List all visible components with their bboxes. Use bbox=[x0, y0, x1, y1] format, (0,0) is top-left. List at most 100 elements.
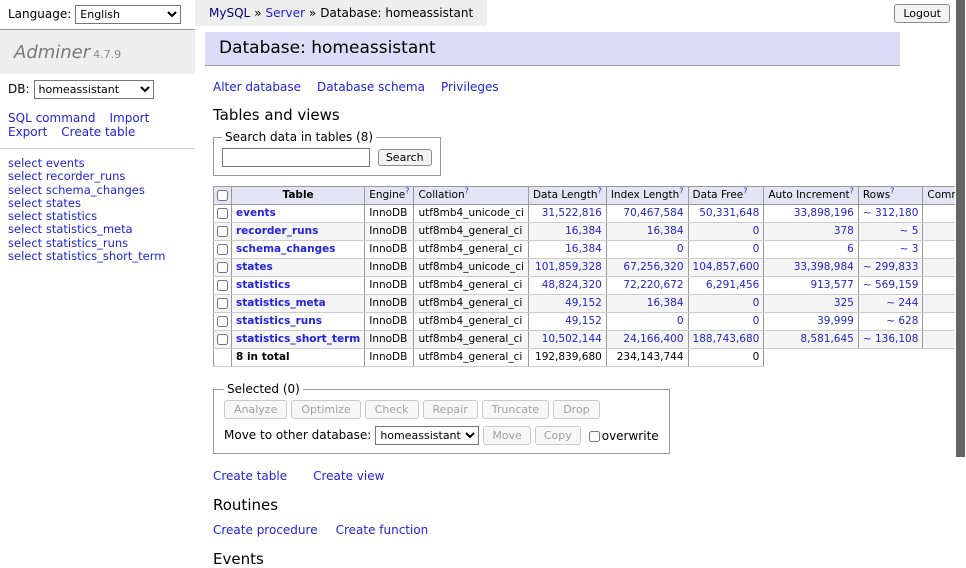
empty-cell bbox=[858, 349, 923, 367]
column-header-engine: Engine? bbox=[365, 187, 414, 205]
row-checkbox[interactable] bbox=[217, 208, 228, 219]
sidebar-link-export[interactable]: Export bbox=[8, 125, 47, 139]
column-help-link[interactable]: ? bbox=[743, 187, 747, 196]
move-db-select[interactable]: homeassistant bbox=[375, 426, 479, 445]
row-checkbox[interactable] bbox=[217, 316, 228, 327]
create-procedure-link[interactable]: Create procedure bbox=[213, 523, 318, 537]
drop-button[interactable]: Drop bbox=[553, 400, 599, 419]
table-link[interactable]: statistics_runs bbox=[236, 315, 322, 327]
sidebar-select-link[interactable]: select statistics_short_term bbox=[8, 250, 187, 263]
row-checkbox[interactable] bbox=[217, 334, 228, 345]
search-button[interactable]: Search bbox=[378, 149, 432, 166]
table-link[interactable]: states bbox=[236, 261, 273, 273]
breadcrumb-server-link[interactable]: Server bbox=[266, 6, 305, 20]
table-link[interactable]: statistics_meta bbox=[236, 297, 326, 309]
search-fieldset: Search data in tables (8) Search bbox=[213, 130, 441, 176]
index-length-cell: 67,256,320 bbox=[606, 259, 688, 277]
collation-cell: utf8mb4_unicode_ci bbox=[414, 205, 528, 223]
auto-increment-cell: 6 bbox=[764, 241, 859, 259]
row-checkbox[interactable] bbox=[217, 244, 228, 255]
table-row: statistics_metaInnoDButf8mb4_general_ci4… bbox=[214, 295, 966, 313]
scrollbar-thumb[interactable] bbox=[956, 0, 965, 457]
data-free-cell: 0 bbox=[688, 223, 764, 241]
sidebar-link-create-table[interactable]: Create table bbox=[61, 125, 135, 139]
truncate-button[interactable]: Truncate bbox=[482, 400, 549, 419]
total-checkbox-cell bbox=[214, 349, 232, 367]
sidebar-select-link[interactable]: select statistics bbox=[8, 210, 187, 223]
data-length-cell: 31,522,816 bbox=[528, 205, 606, 223]
index-length-cell: 0 bbox=[606, 313, 688, 331]
table-link[interactable]: events bbox=[236, 207, 276, 219]
table-row: statistics_short_termInnoDButf8mb4_gener… bbox=[214, 331, 966, 349]
sidebar-select-link[interactable]: select statistics_meta bbox=[8, 223, 187, 236]
index-length-cell: 16,384 bbox=[606, 223, 688, 241]
db-select[interactable]: homeassistant bbox=[34, 80, 154, 99]
engine-cell: InnoDB bbox=[365, 295, 414, 313]
sidebar-select-link[interactable]: select recorder_runs bbox=[8, 170, 187, 183]
column-header-data-length: Data Length? bbox=[528, 187, 606, 205]
total-engine-cell: InnoDB bbox=[365, 349, 414, 367]
check-button[interactable]: Check bbox=[365, 400, 419, 419]
total-label-cell: 8 in total bbox=[232, 349, 365, 367]
column-help-link[interactable]: ? bbox=[598, 187, 602, 196]
column-help-link[interactable]: ? bbox=[850, 187, 854, 196]
search-input[interactable] bbox=[222, 148, 370, 167]
row-checkbox[interactable] bbox=[217, 280, 228, 291]
breadcrumb-mysql-link[interactable]: MySQL bbox=[209, 6, 250, 20]
column-help-link[interactable]: ? bbox=[405, 187, 409, 196]
auto-increment-cell: 8,581,645 bbox=[764, 331, 859, 349]
table-link[interactable]: recorder_runs bbox=[236, 225, 318, 237]
data-length-cell: 16,384 bbox=[528, 223, 606, 241]
row-checkbox[interactable] bbox=[217, 298, 228, 309]
create-function-link[interactable]: Create function bbox=[336, 523, 429, 537]
sidebar-select-link[interactable]: select schema_changes bbox=[8, 184, 187, 197]
data-free-cell: 0 bbox=[688, 241, 764, 259]
row-checkbox[interactable] bbox=[217, 226, 228, 237]
copy-button[interactable]: Copy bbox=[535, 426, 581, 445]
sidebar-select-link[interactable]: select events bbox=[8, 157, 187, 170]
selected-action-buttons: AnalyzeOptimize CheckRepairTruncateDrop bbox=[224, 400, 659, 419]
sidebar-link-sql-command[interactable]: SQL command bbox=[8, 111, 95, 125]
logout-button[interactable]: Logout bbox=[894, 4, 950, 23]
create-links: Create table Create view bbox=[213, 469, 955, 483]
column-help-link[interactable]: ? bbox=[465, 187, 469, 196]
total-collation-cell: utf8mb4_general_ci bbox=[414, 349, 528, 367]
language-select[interactable]: English bbox=[75, 5, 181, 24]
row-checkbox[interactable] bbox=[217, 262, 228, 273]
repair-button[interactable]: Repair bbox=[423, 400, 478, 419]
data-free-cell: 0 bbox=[688, 295, 764, 313]
adminer-version[interactable]: 4.7.9 bbox=[93, 48, 121, 61]
sidebar-select-link[interactable]: select statistics_runs bbox=[8, 237, 187, 250]
select-all-checkbox[interactable] bbox=[217, 190, 228, 201]
sidebar-select-link[interactable]: select states bbox=[8, 197, 187, 210]
table-link[interactable]: schema_changes bbox=[236, 243, 336, 255]
data-length-cell: 49,152 bbox=[528, 313, 606, 331]
column-help-link[interactable]: ? bbox=[679, 187, 683, 196]
alter-database-link[interactable]: Alter database bbox=[213, 80, 301, 94]
overwrite-label: overwrite bbox=[602, 429, 659, 443]
column-header-index-length: Index Length? bbox=[606, 187, 688, 205]
table-link[interactable]: statistics bbox=[236, 279, 290, 291]
vertical-scrollbar[interactable] bbox=[955, 0, 966, 543]
privileges-link[interactable]: Privileges bbox=[441, 80, 499, 94]
collation-cell: utf8mb4_general_ci bbox=[414, 223, 528, 241]
create-table-link[interactable]: Create table bbox=[213, 469, 287, 483]
sidebar-link-import[interactable]: Import bbox=[109, 111, 149, 125]
overwrite-checkbox[interactable] bbox=[589, 431, 600, 442]
page-title: Database: homeassistant bbox=[205, 32, 900, 66]
table-name-cell: statistics_short_term bbox=[232, 331, 365, 349]
analyze-button[interactable]: Analyze bbox=[224, 400, 287, 419]
database-schema-link[interactable]: Database schema bbox=[317, 80, 425, 94]
row-checkbox-cell bbox=[214, 295, 232, 313]
sidebar-action-links: SQL command Import Export Create table bbox=[0, 111, 195, 139]
move-row: Move to other database:homeassistantMove… bbox=[224, 426, 659, 445]
create-view-link[interactable]: Create view bbox=[313, 469, 384, 483]
total-index-length-cell: 234,143,744 bbox=[606, 349, 688, 367]
column-help-link[interactable]: ? bbox=[890, 187, 894, 196]
optimize-button[interactable]: Optimize bbox=[291, 400, 360, 419]
table-link[interactable]: statistics_short_term bbox=[236, 333, 360, 345]
rows-cell: ~ 136,108 bbox=[858, 331, 923, 349]
language-bar: Language:English bbox=[0, 0, 195, 29]
move-button[interactable]: Move bbox=[483, 426, 531, 445]
index-length-cell: 16,384 bbox=[606, 295, 688, 313]
